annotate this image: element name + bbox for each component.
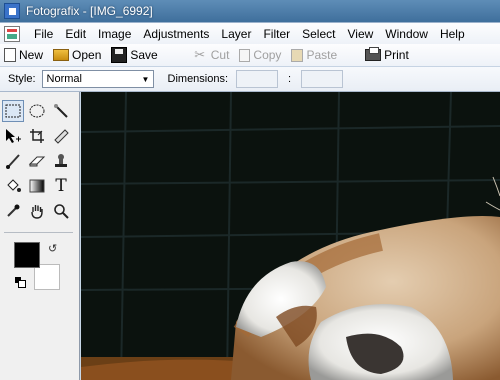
move-icon[interactable]: [2, 125, 24, 147]
reset-colors-icon[interactable]: [15, 277, 26, 288]
cut-label: Cut: [210, 48, 230, 62]
print-label: Print: [384, 48, 409, 62]
disk-icon: [111, 47, 128, 63]
title-bar: Fotografix - [IMG_6992]: [0, 0, 500, 22]
clipboard-icon: [291, 48, 304, 62]
stamp-icon[interactable]: [50, 150, 72, 172]
style-select[interactable]: Normal ▼: [41, 70, 154, 88]
new-label: New: [19, 48, 44, 62]
menu-help[interactable]: Help: [434, 24, 471, 44]
paste-label: Paste: [306, 48, 338, 62]
menu-image[interactable]: Image: [92, 24, 137, 44]
copy-icon: [239, 48, 251, 62]
zoom-icon[interactable]: [50, 200, 72, 222]
menu-file[interactable]: File: [28, 24, 59, 44]
save-label: Save: [130, 48, 158, 62]
options-bar: Style: Normal ▼ Dimensions: :: [0, 66, 500, 92]
menu-layer[interactable]: Layer: [215, 24, 257, 44]
document-icon[interactable]: [4, 25, 20, 42]
tool-palette: T ↺: [0, 92, 80, 380]
rect-select-icon[interactable]: [2, 100, 24, 122]
copy-button[interactable]: Copy: [239, 48, 281, 62]
chevron-down-icon: ▼: [141, 74, 150, 84]
image-canvas[interactable]: [81, 92, 500, 380]
new-button[interactable]: New: [4, 48, 43, 62]
menu-select[interactable]: Select: [296, 24, 341, 44]
window-title: Fotografix - [IMG_6992]: [26, 4, 153, 18]
ruler-icon[interactable]: [50, 125, 72, 147]
menu-window[interactable]: Window: [379, 24, 434, 44]
dimensions-label: Dimensions:: [167, 73, 229, 85]
scissors-icon: ✂: [194, 47, 206, 62]
crop-icon[interactable]: [26, 125, 48, 147]
app-icon: [4, 3, 20, 19]
dimensions-separator: :: [288, 73, 292, 85]
copy-label: Copy: [253, 48, 282, 62]
swap-colors-icon[interactable]: ↺: [48, 242, 57, 255]
print-button[interactable]: Print: [365, 47, 409, 62]
new-file-icon: [4, 48, 16, 62]
open-button[interactable]: Open: [53, 48, 101, 62]
menu-bar: File Edit Image Adjustments Layer Filter…: [0, 22, 500, 44]
menu-view[interactable]: View: [341, 24, 379, 44]
brush-icon[interactable]: [2, 150, 24, 172]
main-toolbar: New Open Save ✂ Cut Copy Paste Print: [0, 44, 500, 66]
style-value: Normal: [46, 73, 82, 85]
save-button[interactable]: Save: [111, 47, 158, 63]
menu-edit[interactable]: Edit: [59, 24, 92, 44]
open-label: Open: [72, 48, 102, 62]
magic-wand-icon[interactable]: [50, 100, 72, 122]
folder-icon: [53, 49, 70, 61]
height-field[interactable]: [301, 70, 344, 88]
eyedropper-icon[interactable]: [2, 200, 24, 222]
printer-icon: [365, 47, 382, 61]
red-panda-photo: [81, 92, 500, 380]
paste-button[interactable]: Paste: [291, 48, 337, 62]
menu-adjustments[interactable]: Adjustments: [137, 24, 215, 44]
cut-button[interactable]: ✂ Cut: [192, 47, 230, 63]
ellipse-select-icon[interactable]: [26, 100, 48, 122]
eraser-icon[interactable]: [26, 150, 48, 172]
foreground-color-swatch[interactable]: [14, 242, 40, 268]
palette-divider: [4, 232, 73, 233]
width-field[interactable]: [236, 70, 279, 88]
text-icon[interactable]: T: [50, 175, 72, 197]
hand-icon[interactable]: [26, 200, 48, 222]
gradient-icon[interactable]: [26, 175, 48, 197]
fill-icon[interactable]: [2, 175, 24, 197]
menu-filter[interactable]: Filter: [257, 24, 296, 44]
style-label: Style:: [8, 73, 36, 85]
